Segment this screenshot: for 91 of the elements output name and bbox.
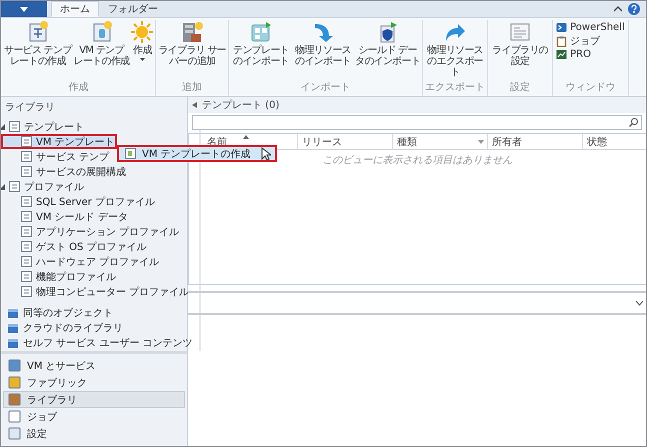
ribbon-button[interactable]: ジョブ [554,34,602,48]
list-icon [21,226,32,237]
list-icon [9,121,20,132]
section-icon [8,376,21,389]
ribbon-button[interactable]: テンプレートのインポート [230,20,292,68]
ribbon-tab[interactable]: ホーム [51,1,99,17]
list-icon [9,181,20,192]
column-header[interactable]: 種類 [393,134,488,149]
collapse-icon[interactable] [614,6,622,12]
list-icon [21,241,32,252]
caret-icon [20,6,28,12]
collapse-arrow-icon[interactable] [192,102,197,108]
cube-icon [7,322,19,334]
panel-title: ライブラリ [4,100,56,115]
tree-item[interactable]: サービスの展開構成 [1,164,128,179]
empty-message: このビューに表示される項目はありません [322,154,512,167]
nav-item[interactable]: ジョブ [3,408,185,425]
search-icon[interactable] [629,118,638,127]
list-icon [21,136,32,147]
cursor-icon [260,146,271,160]
filter-icon[interactable] [478,140,484,144]
ribbon-button[interactable]: PowerShell [554,22,627,33]
list-icon [21,286,32,297]
chart-icon [556,49,568,60]
ribbon-button[interactable]: シールド デー タのインポート [354,20,422,68]
section-icon [8,359,21,372]
list-icon [21,271,32,282]
ribbon-button[interactable]: 物理リソースのエクスポート [424,20,486,79]
cube-icon [7,306,19,318]
tree-item[interactable]: SQL Server プロファイル [1,194,157,209]
grid-icon [250,21,272,43]
list-icon [21,196,32,207]
context-menu[interactable]: VM テンプレートの作成 [117,145,277,162]
tree-item[interactable]: VM テンプレート [1,134,117,149]
group-label: 設定 [509,80,532,95]
list-icon [21,256,32,267]
clipboard-icon [556,36,568,46]
nav-item[interactable]: ファブリック [3,374,185,391]
column-header[interactable]: 状態 [583,134,646,149]
ribbon-button[interactable]: ライブラリ サー バーの追加 [157,20,227,68]
tree-item[interactable]: サービス テンプ [1,149,112,164]
arrow-icon [312,21,334,43]
search-field[interactable] [192,115,642,130]
chevron-icon[interactable] [636,300,643,306]
tree-item[interactable]: 同等のオブジェクト [1,305,115,320]
tree-item[interactable]: クラウドのライブラリ [1,320,125,335]
ribbon-button[interactable]: 物理リソースのインポート [292,20,354,68]
column-header[interactable]: リリース [298,134,393,149]
ribbon-button[interactable]: サービス テンプ レートの作成 [3,20,73,68]
ribbon-button[interactable]: 作成 [130,20,154,62]
tree-item[interactable]: ゲスト OS プロファイル [1,239,149,254]
ribbon-button[interactable]: ライブラリの設定 [489,20,552,68]
tree-item[interactable]: アプリケーション プロファイル [1,224,182,239]
document-icon [90,21,112,43]
group-label: ウィンドウ [564,81,616,95]
group-label: 作成 [68,80,90,95]
pane-title: テンプレート (0) [202,98,280,112]
tree-item[interactable]: テンプレート [1,119,86,134]
ribbon-tab[interactable]: フォルダー [99,1,167,17]
arrow-icon [444,21,466,43]
server-icon [181,21,204,43]
sun-icon [131,21,154,43]
group-label: インポート [300,81,352,95]
ribbon-button[interactable]: PRO [554,49,593,60]
document-icon [26,21,49,43]
nav-item[interactable]: 設定 [3,425,185,442]
section-icon [8,410,21,423]
section-icon [8,393,21,406]
nav-item[interactable]: ライブラリ [3,391,185,408]
template-icon [125,148,136,159]
section-icon [8,427,21,440]
list-icon [21,151,32,162]
help-icon[interactable] [628,3,640,15]
column-header[interactable]: 所有者 [488,134,583,149]
tree-item[interactable]: 機能プロファイル [1,269,118,284]
tree-item[interactable]: セルフ サービス ユーザー コンテンツ [1,335,195,350]
nav-item[interactable]: VM とサービス [3,357,185,374]
tree-item[interactable]: プロファイル [1,179,86,194]
sort-arrow-icon [243,135,249,139]
console-icon [556,22,568,33]
cube-icon [7,336,19,348]
group-label: 追加 [181,80,204,95]
window-icon [509,21,532,43]
ribbon-button[interactable]: VM テンプ レートの作成 [72,20,130,68]
caret-icon [140,58,145,61]
list-icon [21,211,32,222]
tree-item[interactable]: ハードウェア プロファイル [1,254,162,269]
app-menu-button[interactable] [1,1,47,17]
tree-item[interactable]: VM シールド データ [1,209,130,224]
list-icon [21,166,32,177]
group-label: エクスポート [424,81,486,95]
